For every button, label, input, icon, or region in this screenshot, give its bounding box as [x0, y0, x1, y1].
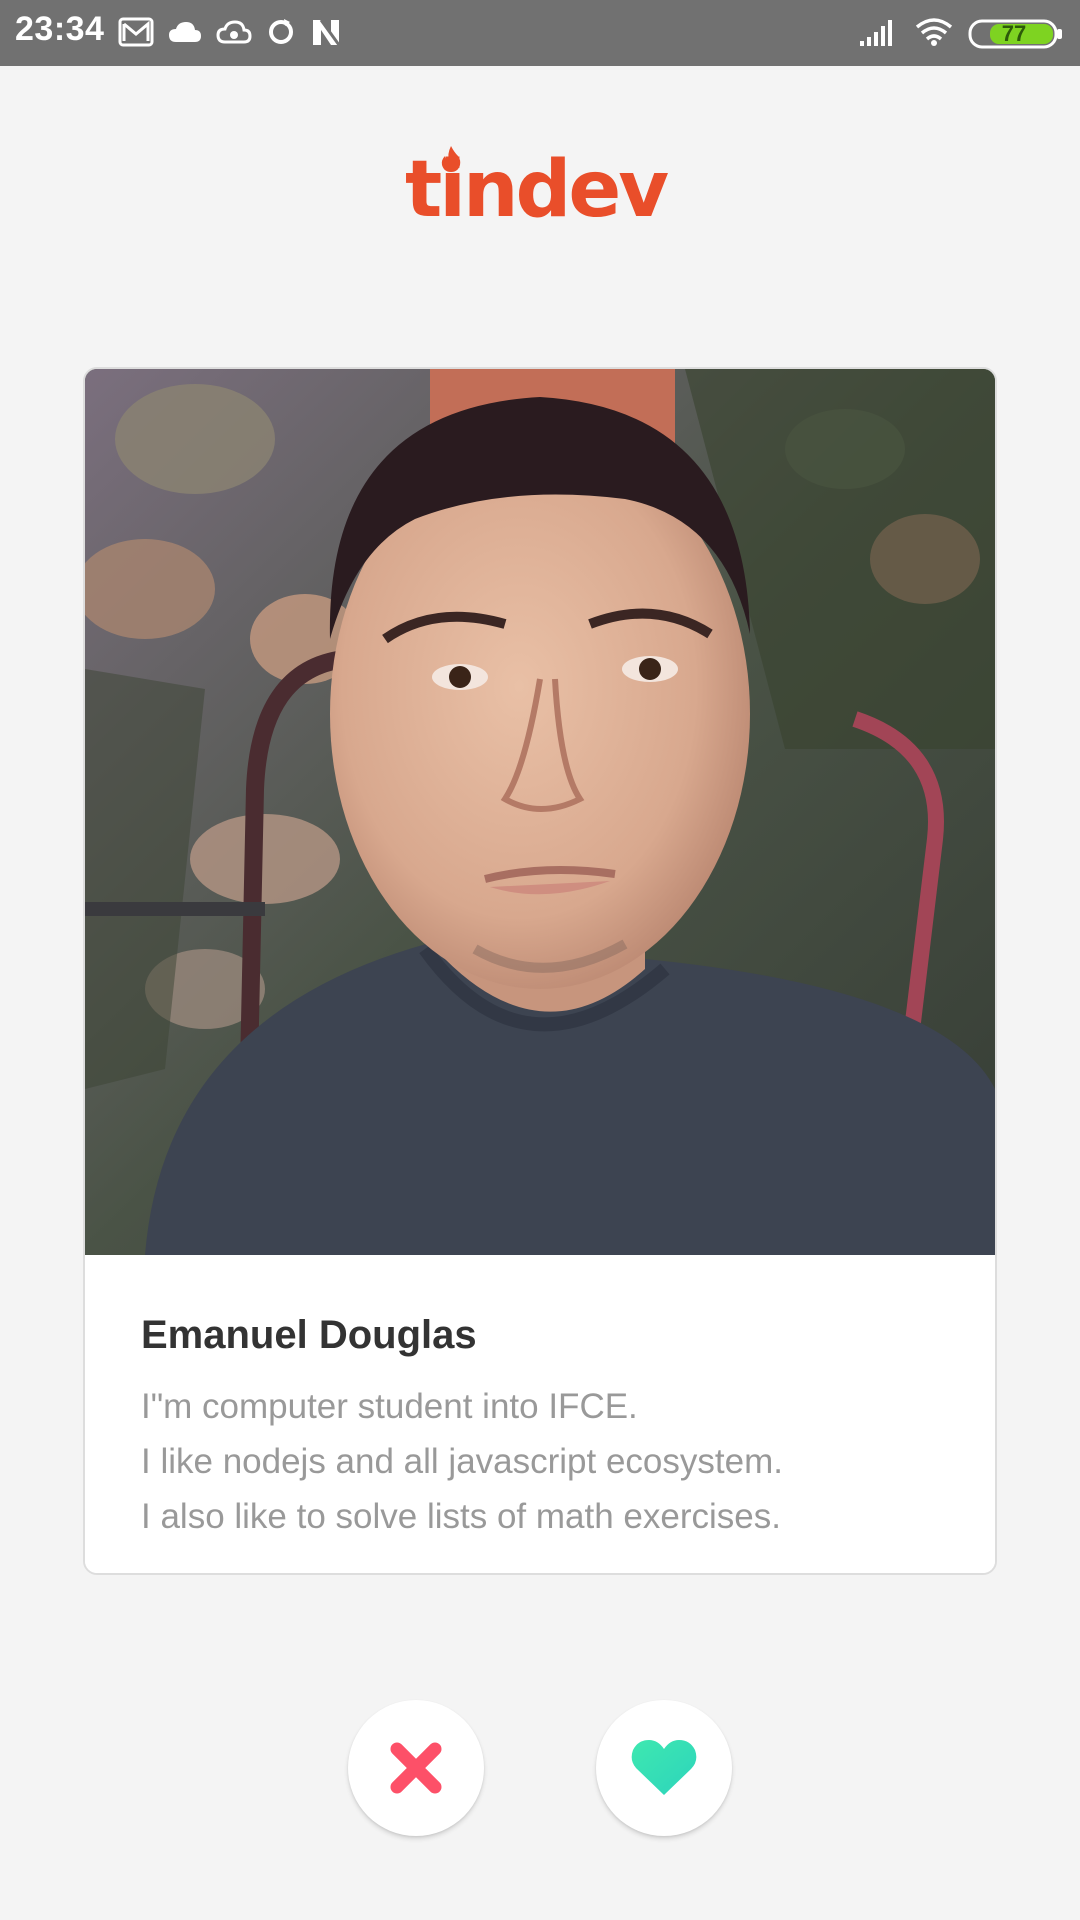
profile-photo: [85, 369, 995, 1255]
flame-icon: [441, 146, 461, 172]
bio-line: I like nodejs and all javascript ecosyst…: [141, 1442, 783, 1481]
like-button[interactable]: [596, 1700, 732, 1836]
signal-icon: [858, 17, 900, 52]
heart-icon: [631, 1740, 697, 1795]
profile-bio: I"m computer student into IFCE. I like n…: [141, 1379, 961, 1544]
sync-icon: [266, 17, 296, 52]
system-icons: 77: [858, 14, 1064, 54]
tindev-logo: tindev: [405, 145, 675, 245]
notification-icons: [118, 14, 342, 54]
profile-card[interactable]: Emanuel Douglas I"m computer student int…: [83, 367, 997, 1575]
cloud-icon: [168, 20, 202, 49]
profile-info: Emanuel Douglas I"m computer student int…: [85, 1255, 995, 1573]
profile-name: Emanuel Douglas: [141, 1313, 477, 1357]
cloud-sync-icon: [216, 18, 252, 51]
status-time: 23:34: [15, 10, 105, 48]
gmail-icon: [118, 17, 154, 52]
battery-icon: 77: [968, 19, 1064, 49]
bio-line: I"m computer student into IFCE.: [141, 1387, 638, 1426]
wifi-icon: [914, 17, 954, 52]
n-icon: [310, 17, 342, 52]
close-icon: [390, 1742, 442, 1794]
dislike-button[interactable]: [348, 1700, 484, 1836]
bio-line: I also like to solve lists of math exerc…: [141, 1497, 781, 1536]
status-bar: 23:34 77: [0, 0, 1080, 66]
battery-level: 77: [1001, 21, 1027, 46]
